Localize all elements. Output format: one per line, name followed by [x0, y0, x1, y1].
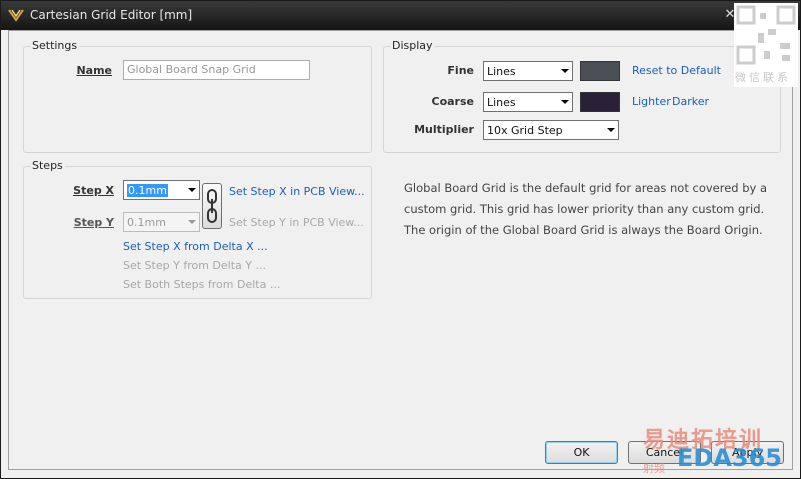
- multiplier-label: Multiplier: [414, 123, 474, 136]
- coarse-style-value: Lines: [487, 96, 516, 109]
- step-x-combo[interactable]: 0.1mm: [123, 180, 200, 200]
- wechat-watermark-text: 微信联系: [735, 71, 791, 84]
- display-legend: Display: [390, 39, 435, 52]
- step-x-label: Step X: [73, 184, 114, 197]
- chevron-down-icon: [188, 220, 196, 224]
- fine-style-value: Lines: [487, 65, 516, 78]
- description-line: The origin of the Global Board Grid is a…: [404, 223, 763, 237]
- multiplier-value: 10x Grid Step: [487, 124, 563, 137]
- coarse-style-select[interactable]: Lines: [483, 92, 573, 112]
- chevron-down-icon: [188, 188, 196, 192]
- settings-legend: Settings: [30, 39, 80, 52]
- name-field[interactable]: Global Board Snap Grid: [123, 60, 310, 80]
- steps-legend: Steps: [30, 159, 65, 172]
- coarse-label: Coarse: [431, 95, 475, 108]
- dialog-body: Settings Name Global Board Snap Grid Dis…: [8, 30, 793, 470]
- step-x-value: 0.1mm: [127, 184, 168, 197]
- step-y-label: Step Y: [73, 216, 114, 229]
- reset-to-default-link[interactable]: Reset to Default: [632, 64, 721, 77]
- fine-style-select[interactable]: Lines: [483, 61, 573, 81]
- lighter-link[interactable]: Lighter: [632, 95, 671, 108]
- multiplier-select[interactable]: 10x Grid Step: [483, 120, 619, 140]
- dialog-window: Cartesian Grid Editor [mm] ✕ Settings Na…: [0, 0, 801, 479]
- step-y-value: 0.1mm: [127, 216, 166, 229]
- chain-link-icon: [207, 189, 217, 223]
- window-title: Cartesian Grid Editor [mm]: [30, 8, 193, 22]
- set-step-x-delta-link[interactable]: Set Step X from Delta X ...: [123, 240, 268, 253]
- description-line: Global Board Grid is the default grid fo…: [404, 181, 768, 195]
- steps-group: Steps Step X 0.1mm Set Step X in PCB Vie…: [23, 159, 372, 299]
- title-bar[interactable]: Cartesian Grid Editor [mm] ✕: [1, 1, 800, 30]
- set-step-x-pcb-link[interactable]: Set Step X in PCB View...: [229, 185, 365, 198]
- display-group: Display Fine Lines Reset to Default Coar…: [383, 39, 781, 153]
- set-step-y-delta-link[interactable]: Set Step Y from Delta Y ...: [123, 259, 266, 272]
- app-icon: [8, 9, 24, 22]
- darker-link[interactable]: Darker: [672, 95, 709, 108]
- fine-label: Fine: [447, 64, 474, 77]
- fine-color-swatch[interactable]: [580, 61, 620, 81]
- coarse-color-swatch[interactable]: [580, 92, 620, 112]
- set-both-steps-link[interactable]: Set Both Steps from Delta ...: [123, 278, 280, 291]
- logo-watermark-en: EDA365: [677, 444, 782, 472]
- chevron-down-icon: [561, 100, 569, 104]
- link-steps-toggle[interactable]: [202, 183, 222, 229]
- step-y-combo[interactable]: 0.1mm: [123, 212, 200, 232]
- settings-group: Settings Name Global Board Snap Grid: [23, 39, 372, 153]
- logo-watermark-sub: 射频: [643, 462, 665, 475]
- description-line: custom grid. This grid has lower priorit…: [404, 202, 765, 216]
- name-label: Name: [76, 64, 112, 77]
- set-step-y-pcb-link[interactable]: Set Step Y in PCB View...: [229, 216, 364, 229]
- grid-description: Global Board Grid is the default grid fo…: [404, 178, 784, 241]
- chevron-down-icon: [561, 69, 569, 73]
- ok-button[interactable]: OK: [545, 441, 618, 464]
- qr-code-icon: [736, 5, 796, 65]
- chevron-down-icon: [607, 128, 615, 132]
